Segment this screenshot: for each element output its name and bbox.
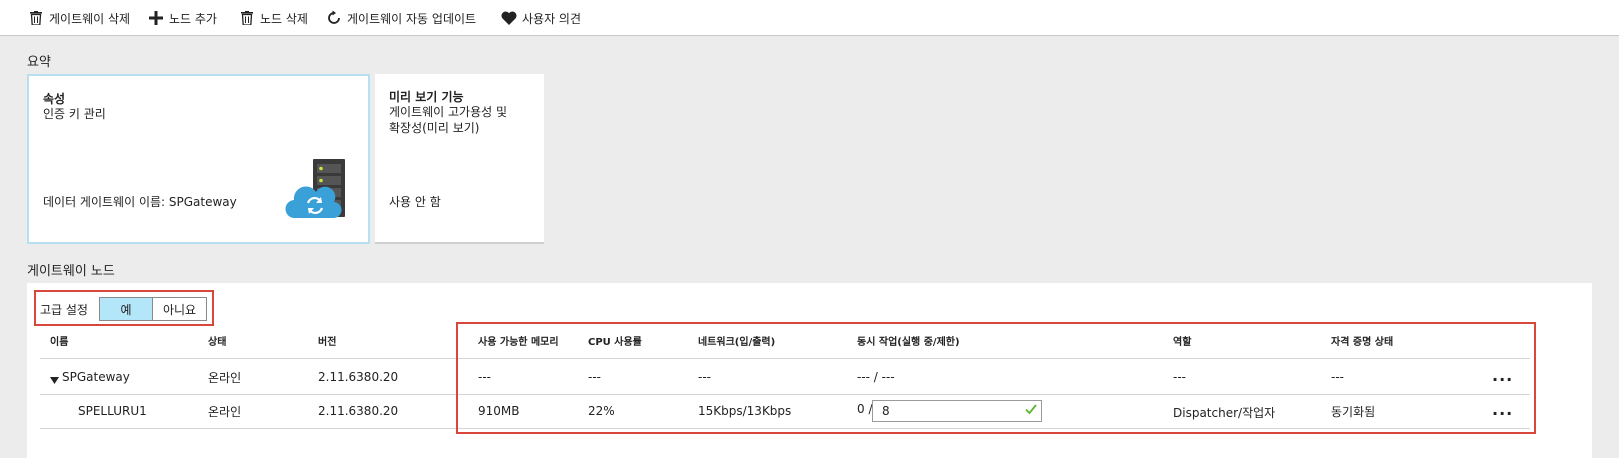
delete-gateway-label: 게이트웨이 삭제 (49, 11, 131, 26)
node-cpu: --- (588, 370, 601, 384)
summary-title: 요약 (27, 55, 51, 70)
node-status: 온라인 (208, 405, 242, 419)
preview-desc-line1: 게이트웨이 고가용성 및 (389, 105, 508, 119)
more-options-button[interactable]: ... (1492, 400, 1513, 419)
column-header-network: 네트워크(입/출력) (698, 337, 776, 348)
column-header-credential: 자격 증명 상태 (1331, 337, 1394, 348)
add-node-button[interactable]: 노드 추가 (148, 9, 217, 27)
gateway-nodes-title: 게이트웨이 노드 (27, 264, 115, 279)
advanced-no-toggle[interactable]: 아니요 (152, 297, 207, 321)
column-header-cpu: CPU 사용률 (588, 337, 642, 348)
add-node-label: 노드 추가 (169, 11, 217, 26)
trash-icon (28, 10, 44, 26)
column-header-status: 상태 (208, 337, 227, 348)
column-header-concurrent: 동시 작업(실행 중/제한) (857, 337, 960, 348)
auto-update-label: 게이트웨이 자동 업데이트 (347, 11, 477, 26)
advanced-settings-label: 고급 설정 (40, 303, 88, 317)
heart-icon (501, 10, 517, 26)
node-name: SPGateway (62, 370, 130, 384)
feedback-button[interactable]: 사용자 의견 (501, 9, 581, 27)
plus-icon (148, 10, 164, 26)
properties-heading: 속성 (43, 92, 66, 106)
node-network: --- (698, 370, 711, 384)
node-credential: --- (1331, 370, 1344, 384)
more-options-button[interactable]: ... (1492, 366, 1513, 385)
delete-node-label: 노드 삭제 (260, 11, 308, 26)
preview-desc-line2: 확장성(미리 보기) (389, 121, 480, 135)
row-divider (40, 394, 1530, 395)
preview-status: 사용 안 함 (389, 195, 441, 209)
delete-gateway-button[interactable]: 게이트웨이 삭제 (28, 9, 130, 27)
nodes-panel (27, 283, 1592, 458)
column-header-role: 역할 (1173, 337, 1192, 348)
preview-heading: 미리 보기 기능 (389, 90, 464, 104)
feedback-label: 사용자 의견 (522, 11, 582, 26)
auto-update-button[interactable]: 게이트웨이 자동 업데이트 (326, 9, 476, 27)
concurrent-limit-input[interactable] (872, 400, 1042, 422)
preview-features-card[interactable]: 미리 보기 기능 게이트웨이 고가용성 및 확장성(미리 보기) 사용 안 함 (375, 74, 544, 244)
node-network: 15Kbps/13Kbps (698, 404, 792, 418)
advanced-yes-toggle[interactable]: 예 (99, 297, 153, 321)
node-name: SPELLURU1 (78, 404, 147, 418)
column-header-memory: 사용 가능한 메모리 (478, 337, 559, 348)
row-divider (40, 428, 1530, 429)
delete-node-button[interactable]: 노드 삭제 (239, 9, 308, 27)
column-header-name: 이름 (50, 337, 69, 348)
node-credential: 동기화됨 (1331, 405, 1376, 419)
node-memory: --- (478, 370, 491, 384)
refresh-icon (326, 10, 342, 26)
column-header-version: 버전 (318, 337, 337, 348)
command-bar: 게이트웨이 삭제 노드 추가 노드 삭제 게이트웨이 자동 업데이트 사용자 의… (0, 0, 1619, 36)
node-cpu: 22% (588, 404, 615, 418)
node-version: 2.11.6380.20 (318, 404, 399, 418)
node-version: 2.11.6380.20 (318, 370, 399, 384)
node-memory: 910MB (478, 404, 520, 418)
node-concurrent-running: 0 / (857, 402, 873, 416)
node-concurrent: --- / --- (857, 370, 895, 384)
collapse-triangle-icon[interactable] (50, 373, 59, 387)
header-divider (40, 358, 1530, 359)
node-status: 온라인 (208, 371, 242, 385)
cloud-server-icon (285, 159, 349, 224)
auth-key-link: 인증 키 관리 (43, 107, 106, 121)
node-role: Dispatcher/작업자 (1173, 406, 1276, 420)
checkmark-icon (1025, 403, 1037, 418)
gateway-name-text: 데이터 게이트웨이 이름: SPGateway (43, 195, 237, 209)
trash-icon (239, 10, 255, 26)
node-role: --- (1173, 370, 1186, 384)
properties-card[interactable]: 속성 인증 키 관리 데이터 게이트웨이 이름: SPGateway (27, 74, 370, 244)
